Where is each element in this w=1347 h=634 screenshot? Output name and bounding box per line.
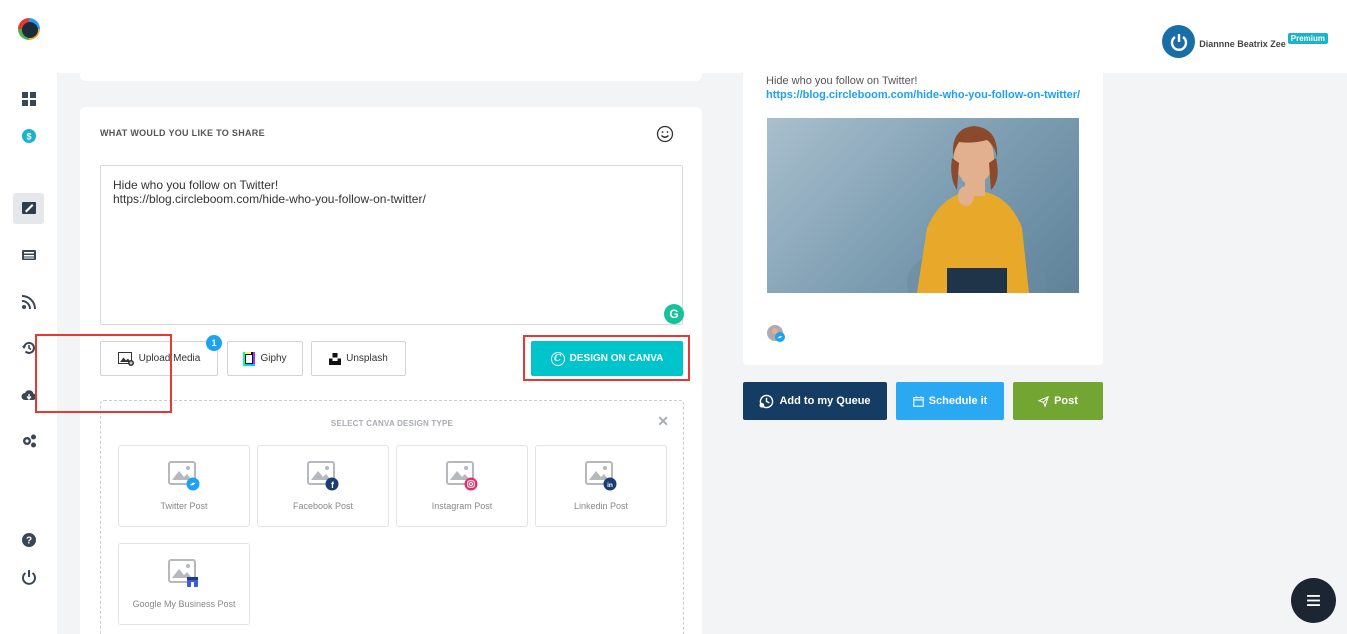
premium-badge: Premium xyxy=(1287,33,1328,44)
twitter-post-highlight-box xyxy=(35,334,172,413)
grammarly-icon[interactable]: G xyxy=(664,304,684,324)
rss-icon[interactable] xyxy=(13,286,44,317)
upload-count-badge: 1 xyxy=(206,335,222,351)
circleboom-logo[interactable] xyxy=(14,14,44,44)
twitter-post-icon xyxy=(168,461,200,491)
compose-panel: WHAT WOULD YOU LIKE TO SHARE Hide who yo… xyxy=(80,107,702,634)
unsplash-label: Unsplash xyxy=(346,353,388,364)
floating-menu-button[interactable] xyxy=(1291,578,1336,623)
giphy-button[interactable]: Giphy xyxy=(227,341,303,376)
calendar-icon xyxy=(912,395,924,407)
queue-icon xyxy=(759,394,774,408)
linkedin-post-icon: in xyxy=(585,461,617,491)
design-on-canva-label: DESIGN ON CANVA xyxy=(569,353,664,364)
posts-list-icon[interactable] xyxy=(13,239,44,270)
billing-icon[interactable]: $ xyxy=(13,120,44,151)
settings-icon[interactable] xyxy=(13,425,44,456)
svg-text:?: ? xyxy=(25,535,31,546)
instagram-post-icon xyxy=(446,461,478,491)
dashboard-icon[interactable] xyxy=(13,83,44,114)
giphy-icon xyxy=(243,351,256,366)
post-preview-panel: Hide who you follow on Twitter! https://… xyxy=(743,60,1103,365)
close-icon[interactable]: ✕ xyxy=(657,413,669,430)
preview-image xyxy=(767,118,1079,293)
design-on-canva-button[interactable]: C DESIGN ON CANVA xyxy=(531,341,683,376)
previous-card xyxy=(80,60,702,81)
unsplash-icon xyxy=(329,352,342,365)
instagram-post-label: Instagram Post xyxy=(431,501,493,511)
unsplash-button[interactable]: Unsplash xyxy=(311,341,406,376)
user-menu[interactable]: Diannne Beatrix Zee Premium xyxy=(1162,25,1328,58)
canva-type-linkedin-post[interactable]: in Linkedin Post xyxy=(535,445,667,527)
facebook-post-icon: f xyxy=(307,461,339,491)
svg-text:in: in xyxy=(607,482,613,489)
canva-types-title: SELECT CANVA DESIGN TYPE xyxy=(330,419,454,428)
account-avatar-twitter-icon xyxy=(766,324,788,344)
post-text-line2: https://blog.circleboom.com/hide-who-you… xyxy=(113,192,426,206)
add-to-queue-button[interactable]: Add to my Queue xyxy=(743,382,887,420)
emoji-icon[interactable] xyxy=(656,125,674,143)
avatar xyxy=(1162,25,1196,58)
twitter-post-label: Twitter Post xyxy=(160,501,208,511)
post-label: Post xyxy=(1054,395,1078,407)
canva-icon: C xyxy=(550,351,565,366)
compose-title: WHAT WOULD YOU LIKE TO SHARE xyxy=(100,128,265,138)
schedule-it-label: Schedule it xyxy=(928,395,988,407)
linkedin-post-label: Linkedin Post xyxy=(573,501,629,511)
compose-icon[interactable] xyxy=(13,193,44,224)
post-button[interactable]: Post xyxy=(1013,382,1103,420)
canva-design-type-panel: SELECT CANVA DESIGN TYPE ✕ Twitter Post … xyxy=(100,400,684,634)
logout-icon[interactable] xyxy=(13,561,44,592)
canva-type-twitter-post[interactable]: Twitter Post xyxy=(118,445,250,527)
canva-type-instagram-post[interactable]: Instagram Post xyxy=(396,445,528,527)
hamburger-menu-icon xyxy=(1307,595,1320,606)
schedule-it-button[interactable]: Schedule it xyxy=(896,382,1004,420)
canva-type-google-my-business-post[interactable]: Google My Business Post xyxy=(118,543,250,625)
send-icon xyxy=(1038,395,1050,407)
help-icon[interactable]: ? xyxy=(13,524,44,555)
sidebar: $ ? xyxy=(0,0,57,634)
add-to-queue-label: Add to my Queue xyxy=(779,395,871,407)
preview-link[interactable]: https://blog.circleboom.com/hide-who-you… xyxy=(766,89,1080,101)
google-my-business-post-icon xyxy=(168,559,198,587)
svg-text:$: $ xyxy=(26,131,31,141)
canva-type-facebook-post[interactable]: f Facebook Post xyxy=(257,445,389,527)
user-name: Diannne Beatrix Zee xyxy=(1199,39,1286,49)
post-text-input[interactable]: Hide who you follow on Twitter! https://… xyxy=(100,165,684,325)
google-my-business-post-label: Google My Business Post xyxy=(132,599,236,609)
facebook-post-label: Facebook Post xyxy=(292,501,354,511)
giphy-label: Giphy xyxy=(260,353,287,364)
preview-text: Hide who you follow on Twitter! xyxy=(766,75,918,87)
post-text-line1: Hide who you follow on Twitter! xyxy=(113,178,279,192)
